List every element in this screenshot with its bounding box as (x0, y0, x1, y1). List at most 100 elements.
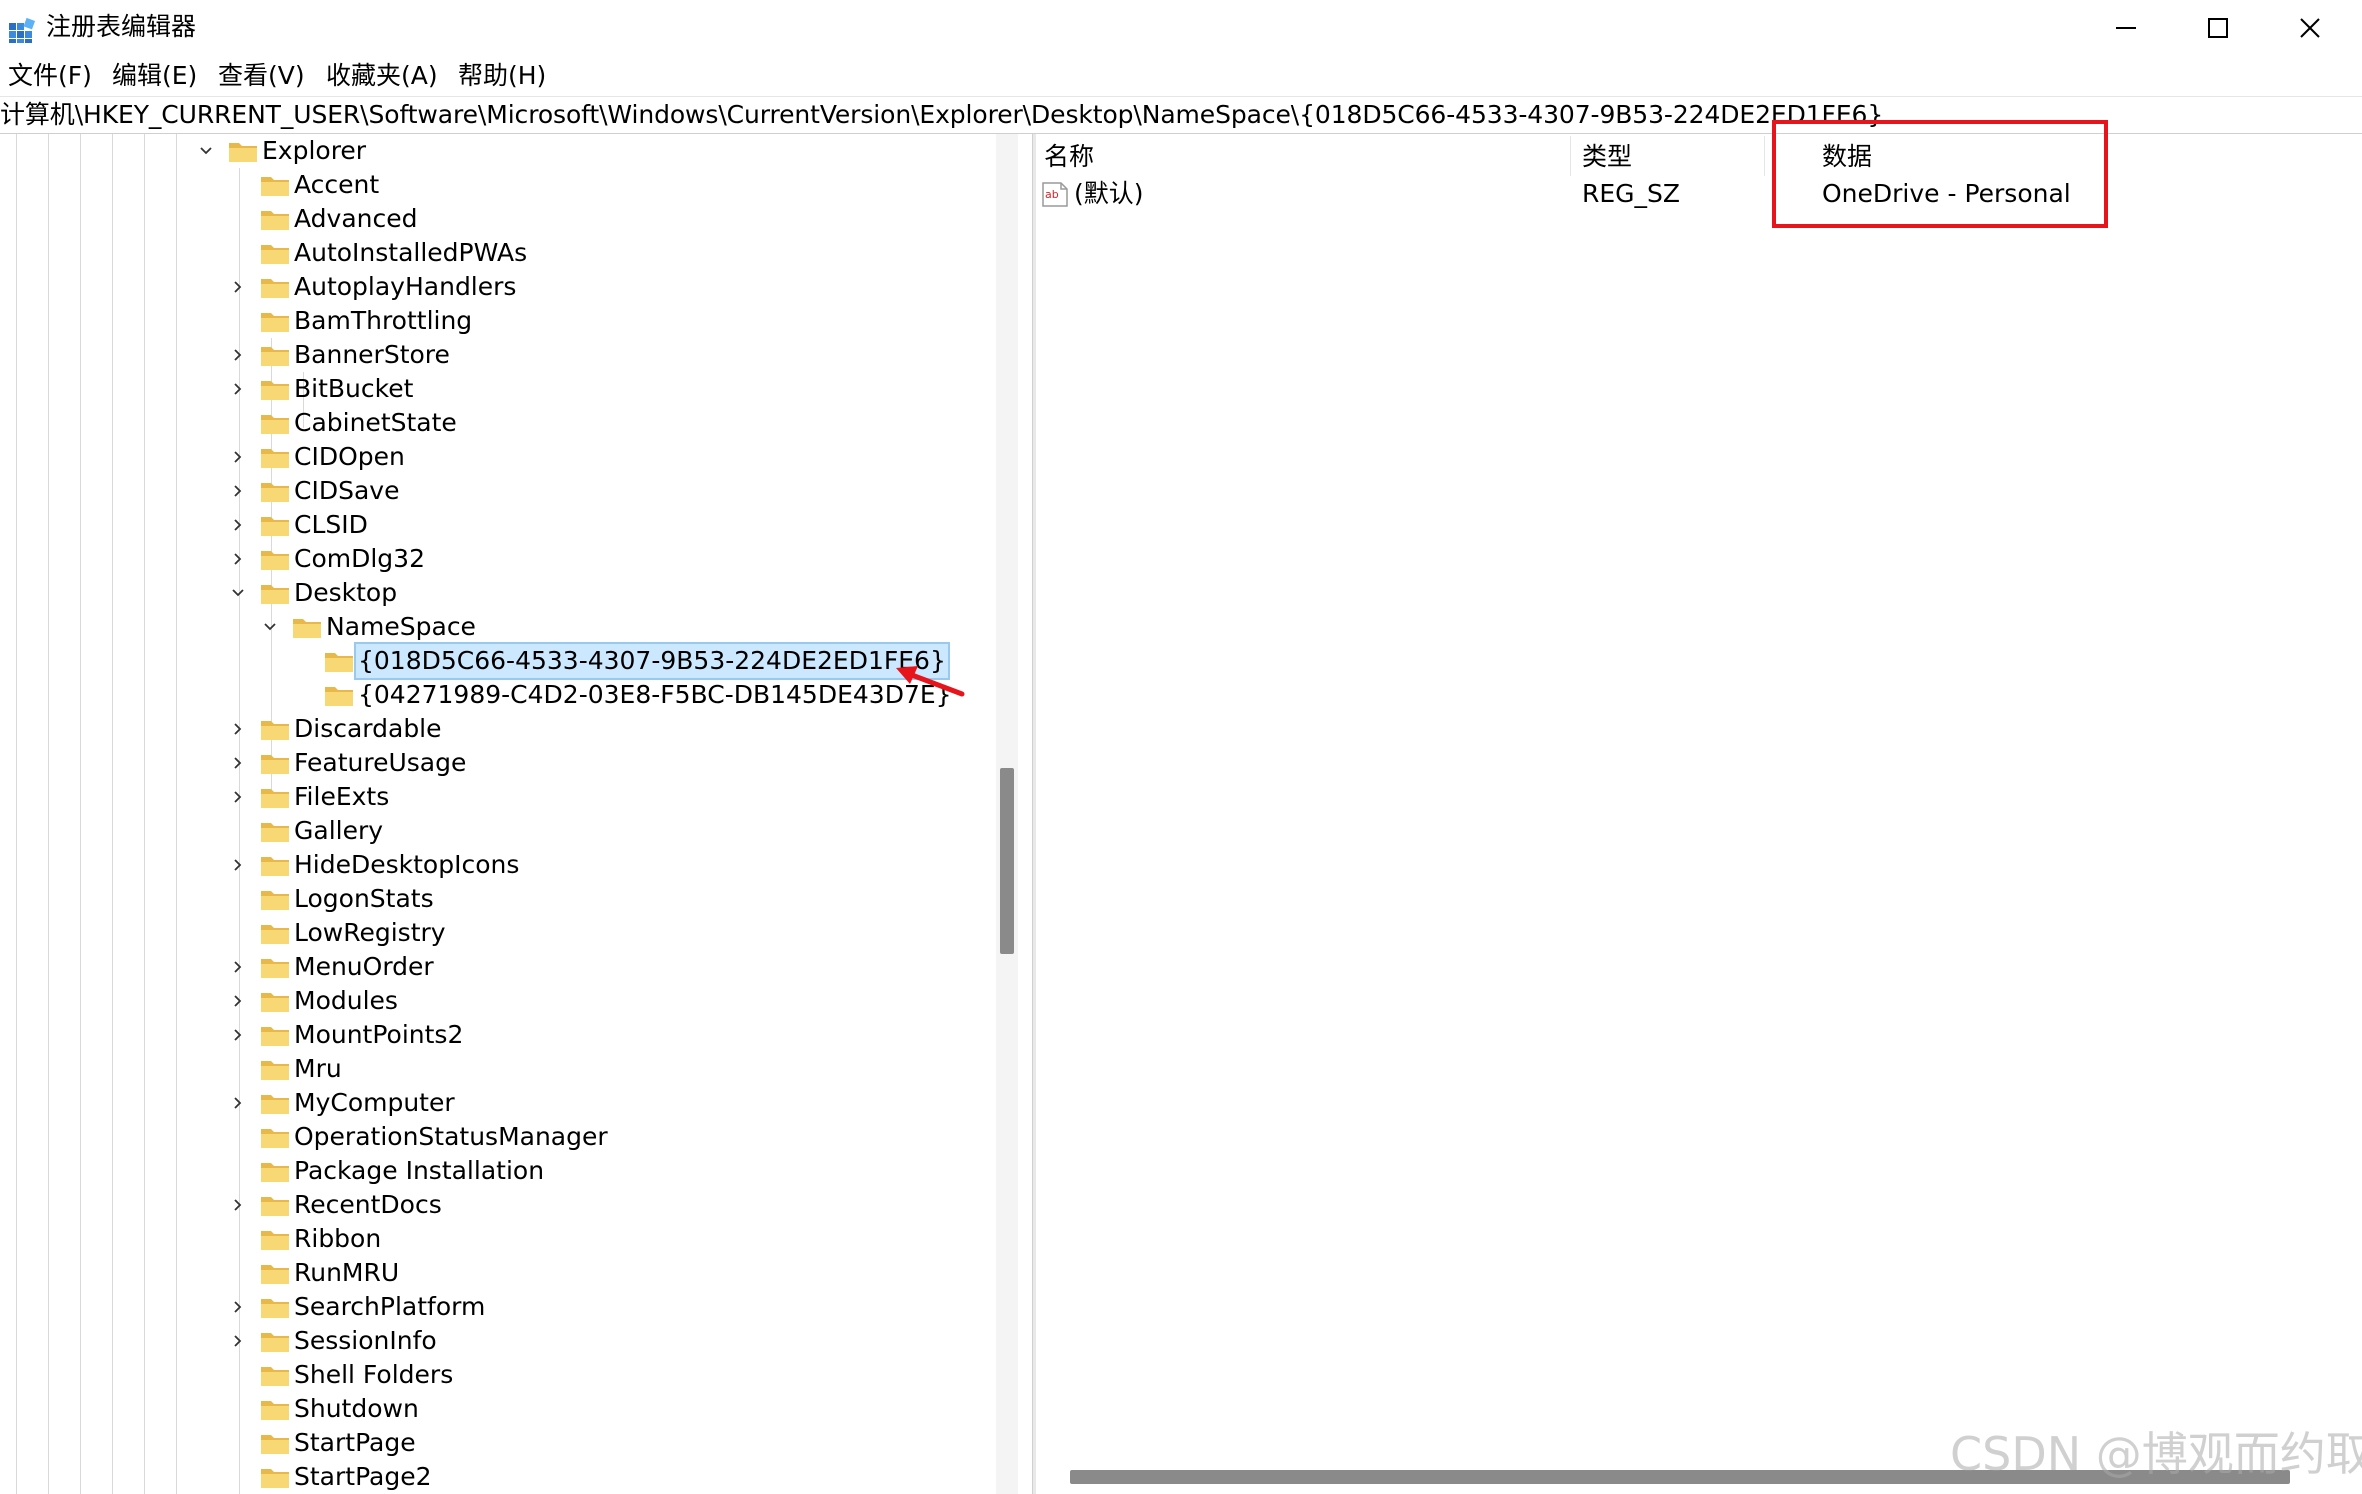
tree-item-lowregistry[interactable]: LowRegistry (0, 916, 990, 950)
chevron-right-icon[interactable] (230, 1333, 246, 1349)
close-button[interactable] (2264, 0, 2356, 56)
tree-item-recentdocs[interactable]: RecentDocs (0, 1188, 990, 1222)
menu-edit[interactable]: 编辑(E) (112, 60, 197, 92)
tree-item-explorer[interactable]: Explorer (0, 134, 990, 168)
tree-item-shell-folders[interactable]: Shell Folders (0, 1358, 990, 1392)
tree-item-sessioninfo[interactable]: SessionInfo (0, 1324, 990, 1358)
tree-item-shutdown[interactable]: Shutdown (0, 1392, 990, 1426)
chevron-right-icon[interactable] (230, 1027, 246, 1043)
values-list[interactable]: 名称 类型 数据 ab (默认) REG_SZ OneDrive - Perso… (1036, 134, 2362, 1494)
folder-icon (261, 1095, 289, 1114)
tree-item-label: RunMRU (294, 1258, 400, 1287)
highlight-annotation-box (1772, 120, 2108, 228)
tree-item-04271989-c4d2-03e8-f5bc-db145de43d7e[interactable]: {04271989-C4D2-03E8-F5BC-DB145DE43D7E} (0, 678, 990, 712)
tree-item-namespace[interactable]: NameSpace (0, 610, 990, 644)
tree-item-cidopen[interactable]: CIDOpen (0, 440, 990, 474)
watermark: CSDN @博观而约取 (1950, 1427, 2362, 1481)
folder-icon (261, 891, 289, 910)
chevron-down-icon[interactable] (198, 143, 214, 159)
chevron-right-icon[interactable] (230, 381, 246, 397)
tree-item-startpage[interactable]: StartPage (0, 1426, 990, 1460)
folder-icon (261, 551, 289, 570)
tree-item-bamthrottling[interactable]: BamThrottling (0, 304, 990, 338)
tree-item-modules[interactable]: Modules (0, 984, 990, 1018)
chevron-right-icon[interactable] (230, 755, 246, 771)
column-header-type[interactable]: 类型 (1582, 140, 1632, 174)
chevron-down-icon[interactable] (262, 619, 278, 635)
folder-icon (261, 1435, 289, 1454)
value-type: REG_SZ (1582, 179, 1681, 208)
chevron-right-icon[interactable] (230, 449, 246, 465)
chevron-right-icon[interactable] (230, 857, 246, 873)
tree-item-mountpoints2[interactable]: MountPoints2 (0, 1018, 990, 1052)
menu-file[interactable]: 文件(F) (8, 60, 92, 92)
chevron-right-icon[interactable] (230, 347, 246, 363)
tree-item-autoplayhandlers[interactable]: AutoplayHandlers (0, 270, 990, 304)
folder-icon (325, 687, 353, 706)
tree-item-searchplatform[interactable]: SearchPlatform (0, 1290, 990, 1324)
tree-item-autoinstalledpwas[interactable]: AutoInstalledPWAs (0, 236, 990, 270)
tree-item-menuorder[interactable]: MenuOrder (0, 950, 990, 984)
menu-view[interactable]: 查看(V) (218, 60, 305, 92)
tree-item-mru[interactable]: Mru (0, 1052, 990, 1086)
folder-icon (261, 1231, 289, 1250)
menu-favorites[interactable]: 收藏夹(A) (326, 60, 438, 92)
chevron-right-icon[interactable] (230, 993, 246, 1009)
chevron-right-icon[interactable] (230, 721, 246, 737)
chevron-right-icon[interactable] (230, 279, 246, 295)
tree-item-018d5c66-4533-4307-9b53-224de2ed1fe6[interactable]: {018D5C66-4533-4307-9B53-224DE2ED1FE6} (0, 642, 990, 680)
column-divider[interactable] (1764, 136, 1765, 176)
tree-item-label: NameSpace (326, 612, 476, 641)
tree-item-label: MountPoints2 (294, 1020, 464, 1049)
tree-item-accent[interactable]: Accent (0, 168, 990, 202)
tree-item-label: Modules (294, 986, 398, 1015)
tree-item-discardable[interactable]: Discardable (0, 712, 990, 746)
column-divider[interactable] (1570, 136, 1571, 176)
column-header-name[interactable]: 名称 (1044, 140, 1094, 174)
tree-item-label: OperationStatusManager (294, 1122, 608, 1151)
folder-icon (261, 415, 289, 434)
tree-item-label: MyComputer (294, 1088, 455, 1117)
chevron-right-icon[interactable] (230, 1299, 246, 1315)
folder-icon (261, 1163, 289, 1182)
folder-icon (261, 925, 289, 944)
tree-item-runmru[interactable]: RunMRU (0, 1256, 990, 1290)
chevron-down-icon[interactable] (230, 585, 246, 601)
tree-item-cidsave[interactable]: CIDSave (0, 474, 990, 508)
chevron-right-icon[interactable] (230, 483, 246, 499)
tree-item-package-installation[interactable]: Package Installation (0, 1154, 990, 1188)
tree-item-featureusage[interactable]: FeatureUsage (0, 746, 990, 780)
chevron-right-icon[interactable] (230, 1095, 246, 1111)
tree-item-operationstatusmanager[interactable]: OperationStatusManager (0, 1120, 990, 1154)
chevron-right-icon[interactable] (230, 517, 246, 533)
tree-item-bitbucket[interactable]: BitBucket (0, 372, 990, 406)
tree-item-fileexts[interactable]: FileExts (0, 780, 990, 814)
address-path[interactable]: 计算机\HKEY_CURRENT_USER\Software\Microsoft… (0, 98, 1883, 132)
tree-item-clsid[interactable]: CLSID (0, 508, 990, 542)
chevron-right-icon[interactable] (230, 1197, 246, 1213)
tree-item-gallery[interactable]: Gallery (0, 814, 990, 848)
tree-item-label: Explorer (262, 136, 367, 165)
maximize-button[interactable] (2172, 0, 2264, 56)
folder-icon (261, 517, 289, 536)
tree-item-mycomputer[interactable]: MyComputer (0, 1086, 990, 1120)
tree-item-hidedesktopicons[interactable]: HideDesktopIcons (0, 848, 990, 882)
chevron-right-icon[interactable] (230, 789, 246, 805)
tree-item-logonstats[interactable]: LogonStats (0, 882, 990, 916)
menu-help[interactable]: 帮助(H) (458, 60, 546, 92)
tree-item-startpage2[interactable]: StartPage2 (0, 1460, 990, 1494)
tree-item-label: StartPage (294, 1428, 416, 1457)
tree-item-cabinetstate[interactable]: CabinetState (0, 406, 990, 440)
chevron-right-icon[interactable] (230, 959, 246, 975)
tree-item-comdlg32[interactable]: ComDlg32 (0, 542, 990, 576)
tree-item-advanced[interactable]: Advanced (0, 202, 990, 236)
tree-item-desktop[interactable]: Desktop (0, 576, 990, 610)
value-row[interactable]: ab (默认) REG_SZ OneDrive - Personal (1036, 176, 2336, 212)
menu-bar: 文件(F) 编辑(E) 查看(V) 收藏夹(A) 帮助(H) (0, 56, 2362, 96)
key-tree[interactable]: Explorer Accent Advanced AutoInstalledPWAs A… (0, 134, 1020, 1494)
minimize-button[interactable] (2080, 0, 2172, 56)
tree-item-bannerstore[interactable]: BannerStore (0, 338, 990, 372)
tree-item-ribbon[interactable]: Ribbon (0, 1222, 990, 1256)
chevron-right-icon[interactable] (230, 551, 246, 567)
tree-scrollbar-thumb[interactable] (1000, 768, 1014, 954)
